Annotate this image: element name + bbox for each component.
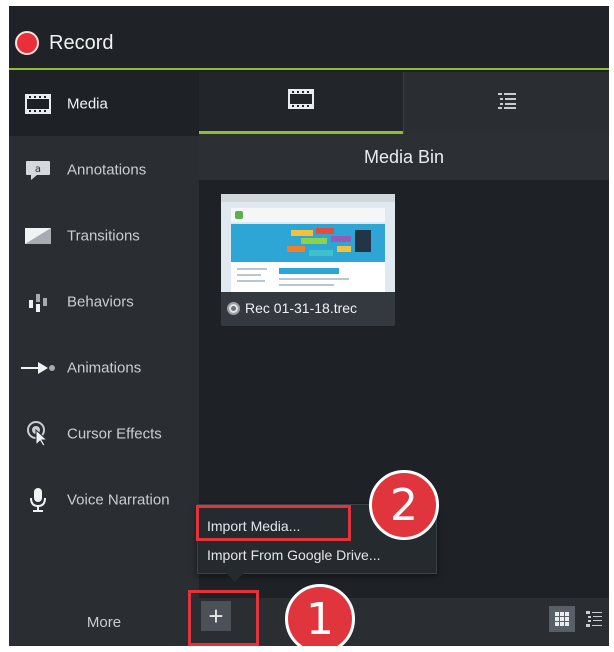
add-button-highlight (188, 590, 259, 646)
sidebar-item-annotations[interactable]: a Annotations (9, 138, 199, 202)
callout-icon: a (23, 157, 53, 183)
tab-media-bin[interactable] (199, 72, 403, 134)
film-strip-icon (23, 91, 53, 117)
media-tabs (199, 72, 609, 134)
media-bin-title: Media Bin (199, 134, 609, 180)
animation-arrow-icon (19, 355, 57, 381)
import-media-highlight (196, 505, 351, 541)
sidebar-item-label: Behaviors (67, 293, 134, 311)
grid-view-icon[interactable] (549, 606, 575, 632)
record-label: Record (49, 31, 114, 54)
record-button[interactable]: Record (15, 28, 113, 58)
step-2-badge: 2 (369, 470, 439, 540)
recording-file-icon (227, 301, 240, 315)
sidebar-item-transitions[interactable]: Transitions (9, 204, 199, 268)
list-icon (497, 91, 517, 116)
more-button[interactable]: More (9, 598, 199, 646)
sidebar-item-animations[interactable]: Animations (9, 336, 199, 400)
sidebar-item-media[interactable]: Media (9, 72, 199, 136)
media-item-label: Rec 01-31-18.trec (245, 300, 358, 316)
sidebar-item-cursor-effects[interactable]: Cursor Effects (9, 402, 199, 466)
sidebar-item-label: Cursor Effects (67, 425, 162, 443)
sidebar-item-label: Voice Narration (67, 491, 170, 509)
sidebar-item-label: Transitions (67, 227, 140, 245)
sidebar-item-label: Animations (67, 359, 142, 377)
transition-icon (23, 223, 53, 249)
media-item-name: Rec 01-31-18.trec (227, 300, 357, 316)
sidebar-item-label: Annotations (67, 161, 147, 179)
camtasia-panel: Record Media a Annotations Transitions B… (9, 6, 609, 646)
sidebar-item-behaviors[interactable]: Behaviors (9, 270, 199, 334)
menu-item-import-google-drive[interactable]: Import From Google Drive... (198, 541, 438, 569)
behaviors-icon (23, 289, 53, 315)
tools-sidebar: Media a Annotations Transitions Behavior… (9, 72, 199, 598)
step-1-badge: 1 (285, 584, 355, 646)
cursor-effects-icon (23, 421, 53, 447)
film-strip-icon (288, 89, 314, 114)
svg-text:a: a (35, 164, 41, 175)
sidebar-item-label: Media (67, 95, 108, 113)
sidebar-item-voice-narration[interactable]: Voice Narration (9, 468, 199, 532)
list-view-icon[interactable] (581, 606, 607, 632)
media-item[interactable]: Rec 01-31-18.trec (221, 194, 395, 326)
menu-pointer (225, 572, 245, 582)
media-thumbnail (221, 194, 395, 292)
tab-library[interactable] (403, 72, 609, 134)
microphone-icon (23, 487, 53, 513)
record-dot-icon (15, 31, 39, 55)
header-bar: Record (9, 6, 609, 70)
